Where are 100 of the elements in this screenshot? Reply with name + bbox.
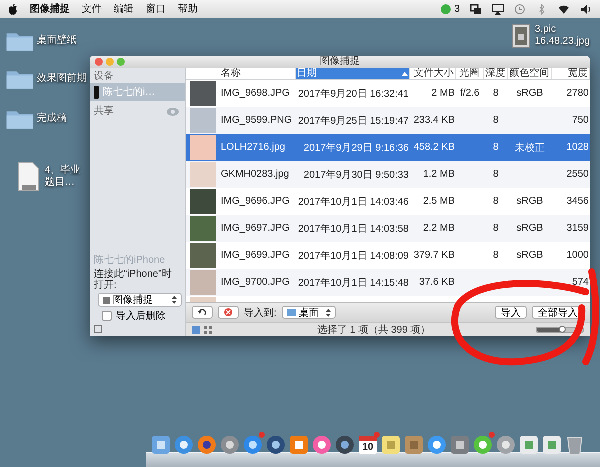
volume-icon[interactable] <box>580 4 592 14</box>
table-cell-text: 未校正 <box>514 142 546 156</box>
windows-icon[interactable] <box>470 4 482 14</box>
image-file-icon[interactable] <box>512 24 530 48</box>
menu-item[interactable]: 帮助 <box>178 2 198 16</box>
table-cell-text: IMG_9700.JPG <box>220 276 291 290</box>
table-cell-text: 8 <box>492 249 500 263</box>
table-cell-text: IMG_9697.JPG <box>220 222 291 236</box>
desktop-icon-label: 效果图前期 <box>37 73 87 85</box>
table-cell-text: 2 MB <box>430 87 456 101</box>
delete-button[interactable] <box>218 306 239 319</box>
desktop-icon-label: 3.pic <box>535 24 558 36</box>
table-row[interactable]: GKMH0283.jpg 2017年9月30日 9:50:33 1.2 MB 8 2550 <box>186 161 590 188</box>
desktop-icon-label: 完成稿 <box>37 113 67 125</box>
dock-app-icon[interactable] <box>242 434 264 456</box>
clock-icon[interactable] <box>514 4 526 14</box>
photo-placeholder <box>190 81 216 106</box>
table-row[interactable]: IMG_9700.JPG 2017年10月1日 14:15:48 37.6 KB 574 <box>186 269 590 296</box>
table-cell-text: sRGB <box>516 222 544 236</box>
table-cell-text: IMG_9698.JPG <box>220 87 291 101</box>
table-cell-text: 2017年9月30日 9:50:33 <box>302 168 410 182</box>
table-cell-text: 379.7 KB <box>412 249 456 263</box>
table-cell-text: 8 <box>492 141 500 155</box>
column-header[interactable]: 光圈 <box>456 68 484 79</box>
photo-placeholder <box>190 108 216 133</box>
table-cell-text: 2017年10月1日 14:03:46 <box>297 196 410 210</box>
table-cell-text: 1028 <box>566 141 590 155</box>
table-cell-text: IMG_9599.PNG <box>220 114 294 128</box>
dock-app-icon[interactable] <box>495 434 517 456</box>
dock-app-icon[interactable] <box>265 434 287 456</box>
table-row[interactable]: IMG_9697.JPG 2017年10月1日 14:03:58 2.2 MB 8 sRGB 3159 <box>186 215 590 242</box>
dock-app-icon[interactable] <box>311 434 333 456</box>
dock-app-icon[interactable] <box>173 434 195 456</box>
table-cell-text: 1000 <box>566 249 590 263</box>
dock-app-icon[interactable] <box>334 434 356 456</box>
table-cell-text: 2017年9月25日 15:19:47 <box>297 114 410 128</box>
desktop-icon-label: 16.48.23.jpg <box>535 36 590 48</box>
table-cell-text: 37.6 KB <box>418 276 456 290</box>
table-cell-text: 2017年10月1日 14:08:09 <box>297 250 410 264</box>
thumbnail-size-slider[interactable] <box>537 328 562 332</box>
table-cell-text: 2.2 MB <box>422 222 456 236</box>
table-row[interactable]: IMG_9699.JPG 2017年10月1日 14:08:09 379.7 KB 8 sRGB 1000 <box>186 242 590 269</box>
dock-app-icon[interactable] <box>219 434 241 456</box>
table-cell-text: IMG_9699.JPG <box>220 249 291 263</box>
dock-app-icon[interactable] <box>403 434 425 456</box>
sidebar-heading: 共享 <box>93 105 115 118</box>
slider-thumb[interactable] <box>559 326 566 332</box>
dock-app-icon[interactable] <box>288 434 310 456</box>
table-row[interactable]: IMG_9698.JPG 2017年9月20日 16:32:41 2 MB f/2.6 8 sRGB 2780 <box>186 80 590 107</box>
menu-item[interactable]: 编辑 <box>114 2 134 16</box>
rotate-button[interactable] <box>192 306 213 319</box>
column-header[interactable]: 日期 <box>296 68 410 79</box>
menu-app-name[interactable]: 图像捕捉 <box>30 2 70 16</box>
table-cell-text: IMG_9696.JPG <box>220 195 291 209</box>
destination-popup[interactable]: 桌面 <box>282 306 336 319</box>
dock-app-icon[interactable] <box>472 434 494 456</box>
apple-logo-icon[interactable] <box>8 4 18 14</box>
delete-icon <box>224 308 233 317</box>
photo-placeholder <box>190 135 216 160</box>
import-button[interactable]: 导入 <box>495 306 527 319</box>
table-cell-text: 8 <box>492 195 500 209</box>
table-cell-text: 2017年9月20日 16:32:41 <box>297 88 410 102</box>
dock-app-icon[interactable] <box>518 434 540 456</box>
import-to-label: 导入到: <box>244 306 277 320</box>
table-cell-text: 458.2 KB <box>412 141 456 155</box>
menu-item[interactable]: 窗口 <box>146 2 166 16</box>
dock-app-icon[interactable] <box>426 434 448 456</box>
table-cell-text: 750 <box>571 114 590 128</box>
table-cell-text: 8 <box>492 87 500 101</box>
table-row[interactable]: IMG_9599.PNG 2017年9月25日 15:19:47 233.4 KB 8 750 <box>186 107 590 134</box>
table-cell-text: 2017年10月1日 14:15:48 <box>297 276 410 290</box>
table-cell-text: 574 <box>571 276 590 290</box>
open-app-popup[interactable]: 图像捕捉 <box>98 293 182 307</box>
list-view-icon[interactable] <box>192 326 200 334</box>
table-row[interactable]: LOLH2716.jpg 2017年9月29日 9:16:36 458.2 KB 8 未校正 1028 <box>186 134 590 161</box>
airplay-icon[interactable] <box>492 4 504 14</box>
wifi-icon[interactable] <box>558 4 570 14</box>
table-cell-text: 8 <box>492 222 500 236</box>
grid-view-icon[interactable] <box>204 326 212 334</box>
table-cell-text: 2017年9月29日 9:16:36 <box>302 142 410 156</box>
checkbox[interactable] <box>102 311 112 321</box>
notification-count: 3 <box>454 4 460 14</box>
table-cell-text: 2550 <box>566 168 590 182</box>
desktop-icon-label: 4、毕业 <box>45 165 81 177</box>
dock-app-icon[interactable] <box>541 434 563 456</box>
table-cell-text: 233.4 KB <box>412 114 456 128</box>
close-button[interactable] <box>95 58 103 66</box>
panel-toggle-icon[interactable] <box>94 325 102 333</box>
table-row[interactable]: IMG_9696.JPG 2017年10月1日 14:03:46 2.5 MB 8 sRGB 3456 <box>186 188 590 215</box>
photo-placeholder <box>190 243 216 268</box>
document-icon[interactable] <box>18 162 40 192</box>
menu-item[interactable]: 文件 <box>82 2 102 16</box>
photo-placeholder <box>190 270 216 295</box>
photo-placeholder <box>190 189 216 214</box>
table-cell-text: 3159 <box>566 222 590 236</box>
table-cell-text: sRGB <box>516 195 544 209</box>
dock-app-icon[interactable]: 10 <box>357 434 379 456</box>
folder-icon <box>286 309 296 316</box>
open-app-label: 连接此“iPhone”时打开: <box>94 269 173 291</box>
dock-app-icon[interactable] <box>196 434 218 456</box>
